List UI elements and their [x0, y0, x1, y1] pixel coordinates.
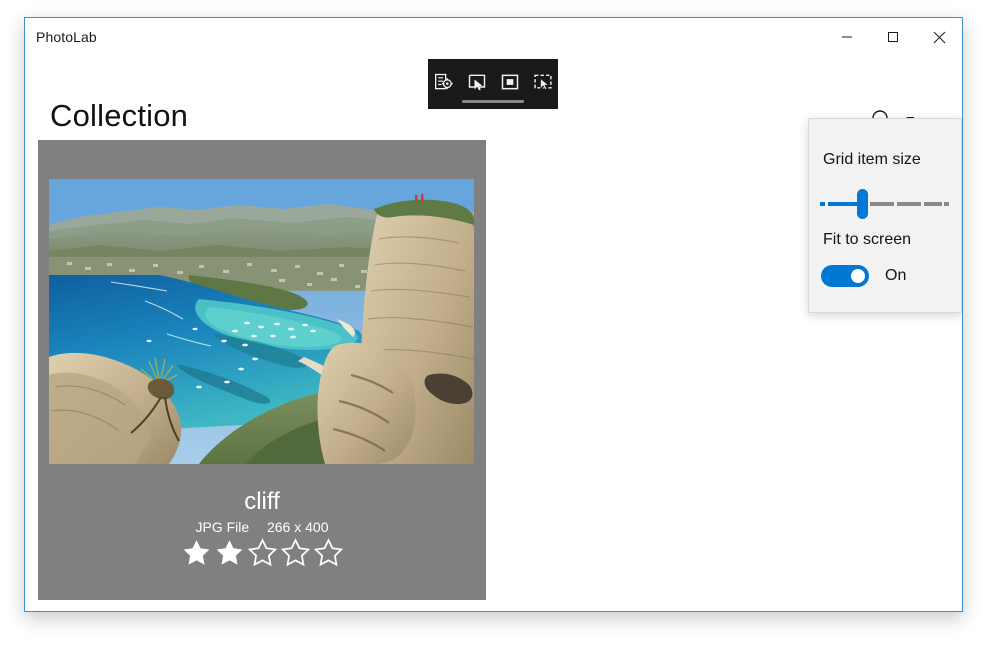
maximize-button[interactable] — [870, 18, 916, 56]
slider-tick — [820, 202, 825, 206]
inspector-toolbar[interactable] — [428, 59, 558, 109]
fit-to-screen-toggle[interactable] — [821, 265, 869, 287]
grid-item-size-label: Grid item size — [823, 151, 921, 168]
star-empty[interactable] — [279, 537, 312, 573]
toggle-knob — [851, 269, 865, 283]
minimize-icon — [841, 31, 853, 43]
screen: PhotoLab Collection cliff JPG File 266 x… — [0, 0, 987, 647]
photo-dimensions: 266 x 400 — [266, 518, 329, 535]
select-region-icon[interactable] — [529, 68, 557, 96]
fit-to-screen-toggle-row: On — [821, 265, 906, 287]
drag-handle[interactable] — [462, 100, 524, 103]
photo-meta: JPG File 266 x 400 — [38, 519, 486, 535]
app-title: PhotoLab — [36, 29, 97, 45]
star-empty[interactable] — [312, 537, 345, 573]
minimize-button[interactable] — [824, 18, 870, 56]
slider-tick — [944, 202, 949, 206]
fit-to-screen-state: On — [885, 267, 907, 284]
photo-card-caption: cliff JPG File 266 x 400 — [38, 488, 486, 573]
slider-tick — [897, 202, 921, 206]
photo-name: cliff — [244, 488, 280, 515]
inspect-properties-icon[interactable] — [430, 68, 458, 96]
photo-card[interactable]: cliff JPG File 266 x 400 — [38, 140, 486, 600]
highlight-element-icon[interactable] — [496, 68, 524, 96]
close-icon — [933, 31, 946, 44]
slider-thumb[interactable] — [857, 189, 868, 219]
maximize-icon — [887, 31, 899, 43]
page-title: Collection — [50, 98, 189, 133]
app-window: PhotoLab Collection cliff JPG File 266 x… — [24, 17, 963, 612]
star-filled[interactable] — [213, 537, 246, 573]
title-bar: PhotoLab — [25, 18, 962, 56]
grid-item-size-section: Grid item size — [823, 151, 921, 169]
caption-button-group — [824, 18, 962, 56]
slider-tick — [870, 202, 894, 206]
zoom-settings-flyout: Grid item size Fit to screen On — [808, 118, 962, 313]
photo-file-type: JPG File — [195, 518, 250, 535]
fit-to-screen-section: Fit to screen — [823, 231, 911, 249]
slider-tick — [924, 202, 942, 206]
star-empty[interactable] — [246, 537, 279, 573]
star-filled[interactable] — [180, 537, 213, 573]
select-element-icon[interactable] — [463, 68, 491, 96]
rating-stars[interactable] — [38, 537, 486, 573]
close-button[interactable] — [916, 18, 962, 56]
fit-to-screen-label: Fit to screen — [823, 231, 912, 248]
grid-item-size-slider[interactable] — [820, 189, 949, 219]
coastal-cliff-bay-photo — [49, 179, 474, 464]
